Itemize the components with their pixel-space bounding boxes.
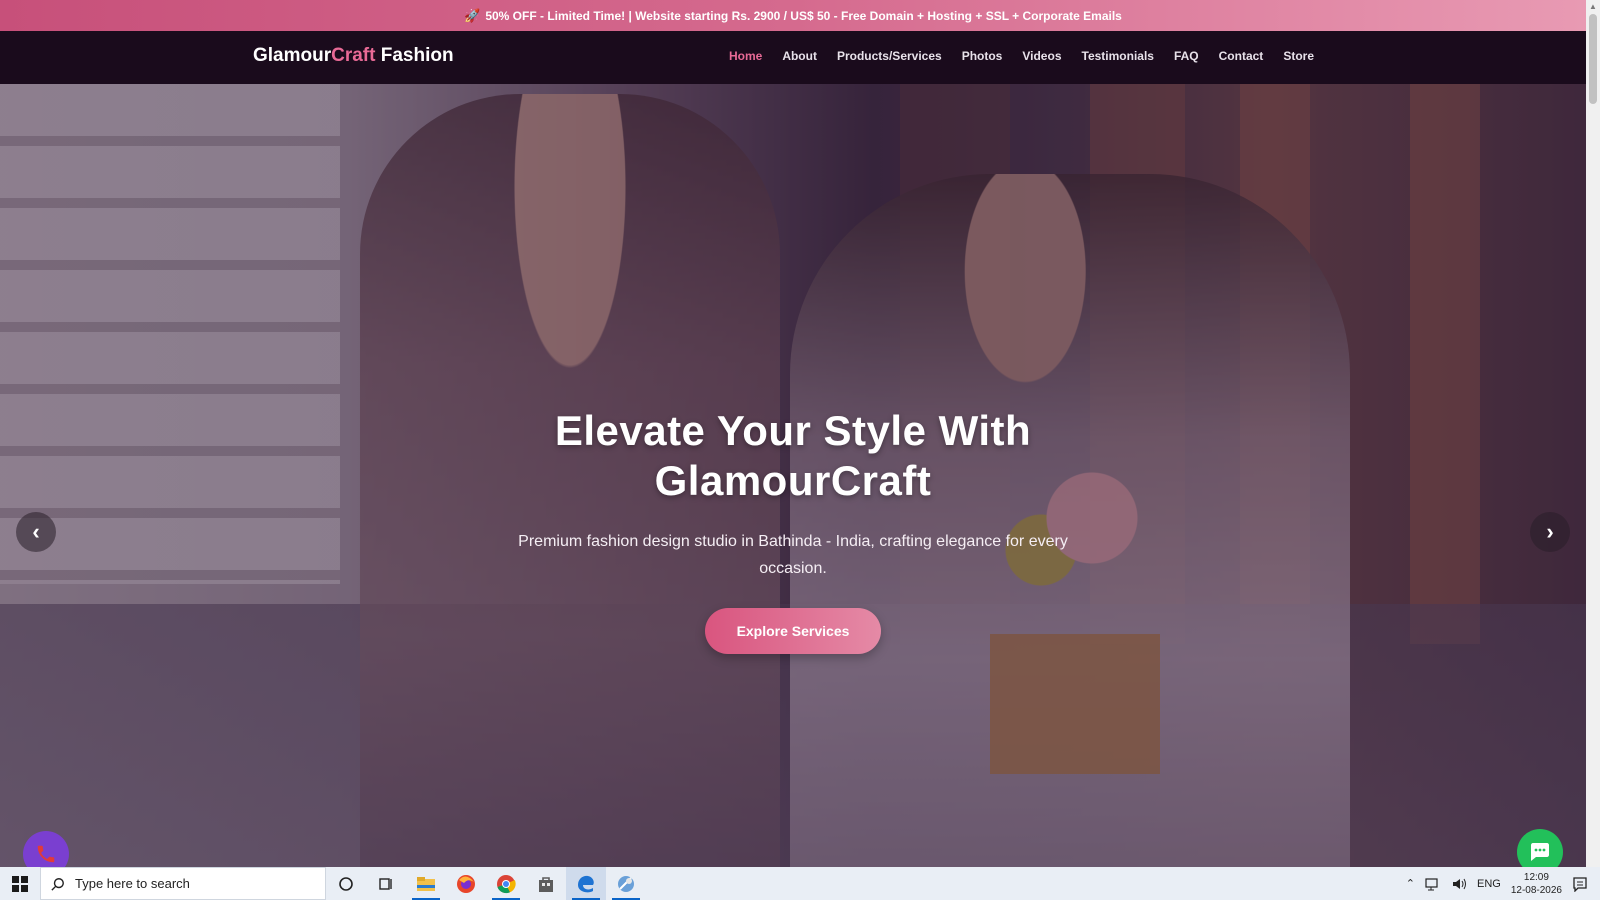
nav-videos[interactable]: Videos (1022, 49, 1061, 63)
chevron-up-icon[interactable]: ⌃ (1406, 877, 1415, 890)
explore-services-button[interactable]: Explore Services (704, 608, 882, 654)
task-view-icon (379, 877, 392, 890)
app-button[interactable] (606, 867, 646, 900)
nav-faq[interactable]: FAQ (1174, 49, 1199, 63)
app-icon (618, 875, 634, 892)
hero-subtitle: Premium fashion design studio in Bathind… (518, 533, 1068, 577)
search-icon (51, 877, 64, 891)
chevron-right-icon: › (1546, 519, 1554, 544)
nav-photos[interactable]: Photos (962, 49, 1003, 63)
windows-logo-icon (12, 875, 28, 892)
chrome-icon (497, 874, 516, 893)
brand-part-2: Craft (331, 45, 376, 66)
nav-testimonials[interactable]: Testimonials (1082, 49, 1154, 63)
taskbar-search-box[interactable]: Type here to search (40, 867, 326, 900)
chrome-button[interactable] (486, 867, 526, 900)
nav-products-services[interactable]: Products/Services (837, 49, 942, 63)
store-button[interactable] (526, 867, 566, 900)
edge-icon (578, 875, 594, 892)
windows-taskbar: Type here to search ⌃ ENG 12:09 12-08-20… (0, 867, 1600, 900)
file-explorer-icon (417, 876, 435, 891)
taskbar-search-placeholder: Type here to search (75, 876, 190, 891)
hero-content: Elevate Your Style With GlamourCraft Pre… (0, 406, 1586, 654)
slider-prev-button[interactable]: ‹ (16, 512, 56, 552)
language-indicator[interactable]: ENG (1477, 878, 1501, 890)
file-explorer-button[interactable] (406, 867, 446, 900)
notifications-icon[interactable] (1572, 876, 1588, 892)
start-button[interactable] (0, 867, 40, 900)
edge-button[interactable] (566, 867, 606, 900)
navbar: GlamourCraft Fashion Home About Products… (0, 31, 1586, 84)
firefox-icon (457, 874, 475, 893)
scroll-thumb[interactable] (1589, 14, 1597, 104)
promo-banner: 🚀 50% OFF - Limited Time! | Website star… (0, 0, 1586, 31)
nav-about[interactable]: About (782, 49, 817, 63)
nav-contact[interactable]: Contact (1219, 49, 1264, 63)
promo-text: 50% OFF - Limited Time! | Website starti… (485, 8, 1122, 23)
nav-store[interactable]: Store (1283, 49, 1314, 63)
chevron-left-icon: ‹ (32, 519, 40, 544)
scroll-up-arrow-icon[interactable]: ▲ (1586, 0, 1600, 14)
page-scrollbar[interactable]: ▲ (1586, 0, 1600, 867)
clock-date: 12-08-2026 (1510, 884, 1562, 896)
slider-next-button[interactable]: › (1530, 512, 1570, 552)
hero-title: Elevate Your Style With GlamourCraft (554, 407, 1032, 504)
network-icon[interactable] (1425, 877, 1441, 891)
clock-time: 12:09 (1523, 871, 1549, 883)
main-nav: Home About Products/Services Photos Vide… (729, 49, 1314, 63)
system-tray: ⌃ ENG 12:09 12-08-2026 (1406, 871, 1600, 897)
task-view-button[interactable] (366, 867, 406, 900)
store-icon (539, 876, 553, 892)
brand-part-1: Glamour (253, 45, 332, 66)
rocket-icon: 🚀 (464, 7, 481, 23)
volume-icon[interactable] (1451, 877, 1467, 891)
firefox-button[interactable] (446, 867, 486, 900)
hero-slider: Elevate Your Style With GlamourCraft Pre… (0, 84, 1586, 867)
brand-logo[interactable]: GlamourCraft Fashion (253, 45, 454, 67)
clock[interactable]: 12:09 12-08-2026 (1511, 871, 1562, 897)
phone-icon (37, 845, 55, 863)
brand-part-3: Fashion (375, 45, 454, 66)
cortana-icon (339, 876, 353, 891)
nav-home[interactable]: Home (729, 49, 762, 63)
cortana-button[interactable] (326, 867, 366, 900)
chat-bubble-icon (1531, 843, 1549, 861)
